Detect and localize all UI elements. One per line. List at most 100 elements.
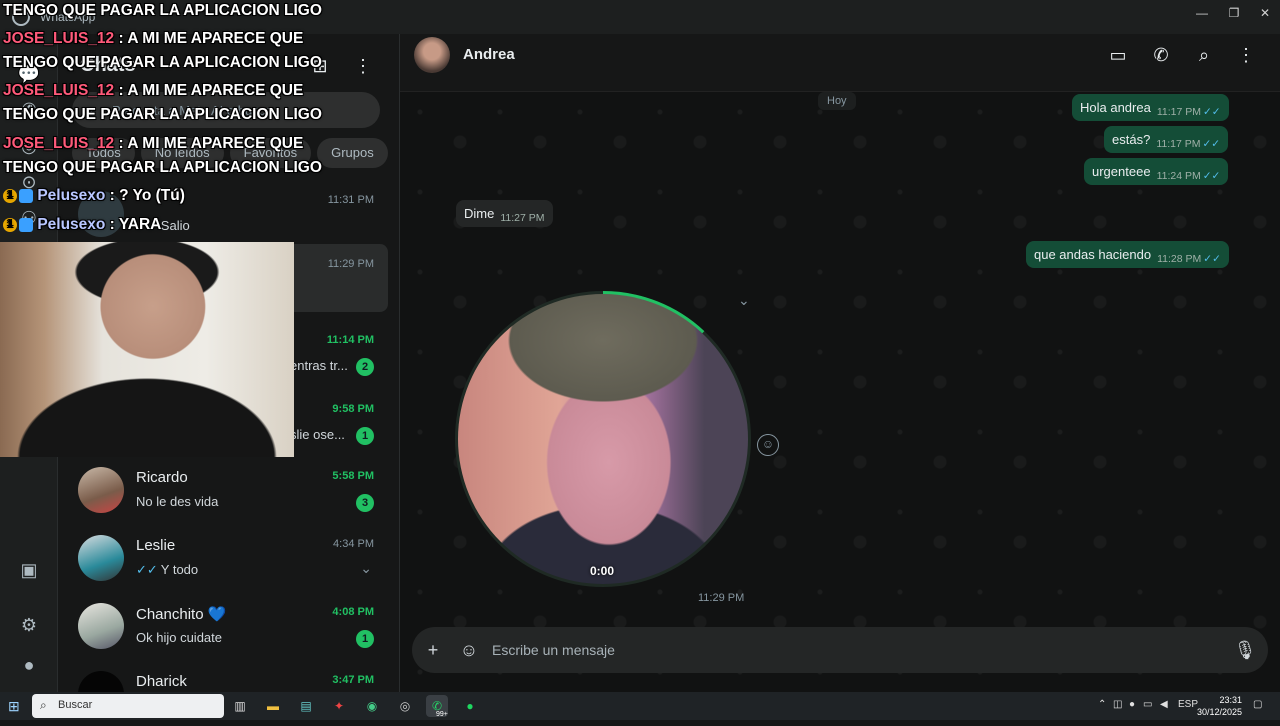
- chat-preview: ✓✓ Y todo: [136, 562, 198, 578]
- overlay-chat-line: TENGO QUE PAGAR LA APLICACION LIGO: [3, 2, 322, 20]
- chrome-icon[interactable]: ◉: [361, 695, 383, 717]
- spotify-icon[interactable]: ●: [459, 695, 481, 717]
- microphone-icon[interactable]: 🎙: [1232, 637, 1258, 663]
- network-icon[interactable]: ▭: [1143, 699, 1152, 710]
- app-icon[interactable]: ✦: [328, 695, 350, 717]
- chat-time: 11:31 PM: [327, 194, 374, 206]
- overlay-username: JOSE_LUIS_12: [3, 30, 115, 47]
- overlay-username: JOSE_LUIS_12: [3, 82, 115, 99]
- clock-time: 23:31: [1219, 695, 1242, 705]
- chat-time: 5:58 PM: [332, 470, 374, 482]
- gift-badge-icon: [19, 188, 33, 203]
- close-button[interactable]: ✕: [1250, 4, 1280, 22]
- voice-call-icon[interactable]: ✆: [1148, 42, 1174, 68]
- gift-badge-icon: [19, 217, 33, 232]
- taskbar-clock[interactable]: 23:31 30/12/2025: [1197, 694, 1242, 718]
- media-gallery-icon[interactable]: ▣: [17, 558, 41, 582]
- message-time: 11:17 PM: [1156, 106, 1201, 118]
- overlay-message: TENGO QUE PAGAR LA APLICACION LIGO: [3, 2, 322, 19]
- overlay-message: TENGO QUE PAGAR LA APLICACION LIGO: [3, 106, 322, 123]
- avatar: [78, 535, 124, 581]
- taskbar-badge: 99+: [436, 711, 448, 718]
- overlay-message: TENGO QUE PAGAR LA APLICACION LIGO: [3, 159, 322, 176]
- avatar: [78, 467, 124, 513]
- language-indicator[interactable]: ESP: [1178, 699, 1198, 710]
- minimize-button[interactable]: —: [1187, 4, 1217, 22]
- volume-icon[interactable]: ◀: [1160, 699, 1168, 710]
- whatsapp-taskbar-icon[interactable]: ✆ 99+: [426, 695, 448, 718]
- message-outgoing[interactable]: urgenteee 11:24 PM ✓✓: [1084, 158, 1229, 185]
- settings-icon[interactable]: ⚙: [17, 613, 41, 637]
- chat-preview-text: No le des vida: [136, 494, 219, 509]
- filter-groups[interactable]: Grupos: [317, 138, 388, 168]
- task-view-icon[interactable]: ▥: [229, 695, 251, 717]
- video-timestamp: 11:29 PM: [698, 592, 745, 604]
- chat-list-item[interactable]: Leslie 4:34 PM ✓✓ Y todo ⌄: [64, 524, 388, 592]
- message-text: Dime: [464, 206, 495, 221]
- overlay-message: TENGO QUE PAGAR LA APLICACION LIGO: [3, 54, 322, 71]
- message-outgoing[interactable]: que andas haciendo 11:28 PM ✓✓: [1026, 241, 1229, 268]
- menu-kebab-icon[interactable]: ⋮: [351, 54, 375, 78]
- date-separator: Hoy: [818, 92, 856, 110]
- overlay-chat-line: JOSE_LUIS_12 : A MI ME APARECE QUE: [3, 135, 303, 153]
- menu-kebab-icon[interactable]: ⋮: [1233, 42, 1259, 68]
- message-composer: + ☺ 🎙: [412, 627, 1268, 673]
- unread-badge: 2: [356, 358, 374, 376]
- overlay-chat-line: 1 Pelusexo : ? Yo (Tú): [3, 187, 185, 205]
- maximize-button[interactable]: ❐: [1219, 4, 1249, 22]
- emoji-react-icon[interactable]: ☺: [757, 434, 779, 456]
- message-outgoing[interactable]: estás? 11:17 PM ✓✓: [1104, 126, 1229, 153]
- chat-name: Leslie: [136, 537, 176, 554]
- file-explorer-icon[interactable]: ▬: [262, 695, 284, 717]
- search-icon: ⌕: [40, 698, 47, 712]
- clock-date: 30/12/2025: [1196, 707, 1242, 717]
- overlay-username: Pelusexo: [37, 216, 106, 233]
- message-text: Hola andrea: [1080, 100, 1151, 115]
- tray-chevron-up-icon[interactable]: ⌃: [1098, 699, 1106, 710]
- chevron-down-icon[interactable]: ⌄: [360, 560, 372, 577]
- overlay-chat-line: JOSE_LUIS_12 : A MI ME APARECE QUE: [3, 30, 303, 48]
- chat-time: 11:29 PM: [327, 258, 374, 270]
- overlay-message: : YARA: [105, 216, 162, 233]
- unread-badge: 1: [356, 427, 374, 445]
- windows-start-icon[interactable]: ⊞: [8, 698, 24, 714]
- chat-time: 9:58 PM: [332, 403, 374, 415]
- search-icon[interactable]: ⌕: [1191, 42, 1217, 68]
- chat-preview-text: slie ose...: [290, 427, 345, 442]
- tray-app-icon[interactable]: ◫: [1113, 699, 1122, 710]
- notepad-icon[interactable]: ▤: [295, 695, 317, 717]
- overlay-chat-line: 1 Pelusexo : YARA: [3, 216, 161, 234]
- video-note-message[interactable]: [458, 294, 748, 584]
- conversation-header[interactable]: Andrea ▭ ✆ ⌕ ⋮: [400, 34, 1280, 92]
- taskbar-search[interactable]: ⌕ Buscar: [32, 694, 224, 718]
- chat-list-item[interactable]: Chanchito 💙 4:08 PM Ok hijo cuidate 1: [64, 592, 388, 660]
- profile-icon[interactable]: ●: [17, 653, 41, 677]
- video-call-icon[interactable]: ▭: [1105, 42, 1131, 68]
- chat-time: 11:14 PM: [326, 334, 374, 346]
- video-duration: 0:00: [590, 564, 615, 578]
- overlay-chat-line: TENGO QUE PAGAR LA APLICACION LIGO: [3, 54, 322, 72]
- message-text: que andas haciendo: [1034, 247, 1152, 262]
- contact-name[interactable]: Andrea: [463, 46, 515, 63]
- stream-chat-overlay: TENGO QUE PAGAR LA APLICACION LIGO JOSE_…: [0, 0, 322, 242]
- obs-icon[interactable]: ◎: [394, 695, 416, 717]
- message-input[interactable]: [492, 627, 1212, 673]
- chat-list-item[interactable]: Dharick 3:47 PM: [64, 660, 388, 692]
- message-incoming[interactable]: Dime 11:27 PM: [456, 200, 553, 227]
- overlay-chat-line: TENGO QUE PAGAR LA APLICACION LIGO: [3, 106, 322, 124]
- read-ticks-icon: ✓✓: [1203, 106, 1221, 118]
- message-time: 11:24 PM: [1156, 170, 1201, 182]
- message-text: estás?: [1112, 132, 1151, 147]
- chat-list-item[interactable]: Ricardo 5:58 PM No le des vida 3: [64, 456, 388, 524]
- sticker-emoji-icon[interactable]: ☺: [456, 637, 482, 663]
- overlay-chat-line: JOSE_LUIS_12 : A MI ME APARECE QUE: [3, 82, 303, 100]
- attach-plus-icon[interactable]: +: [420, 637, 446, 663]
- chat-name: Ricardo: [136, 469, 188, 486]
- chat-preview-text: Y todo: [160, 562, 199, 577]
- overlay-username: JOSE_LUIS_12: [3, 135, 115, 152]
- microphone-tray-icon[interactable]: ●: [1129, 699, 1135, 710]
- contact-avatar[interactable]: [414, 37, 450, 73]
- notification-icon[interactable]: ▢: [1253, 699, 1262, 710]
- message-outgoing[interactable]: Hola andrea 11:17 PM ✓✓: [1072, 94, 1229, 121]
- chat-preview-text: Ok hijo cuidate: [136, 630, 222, 645]
